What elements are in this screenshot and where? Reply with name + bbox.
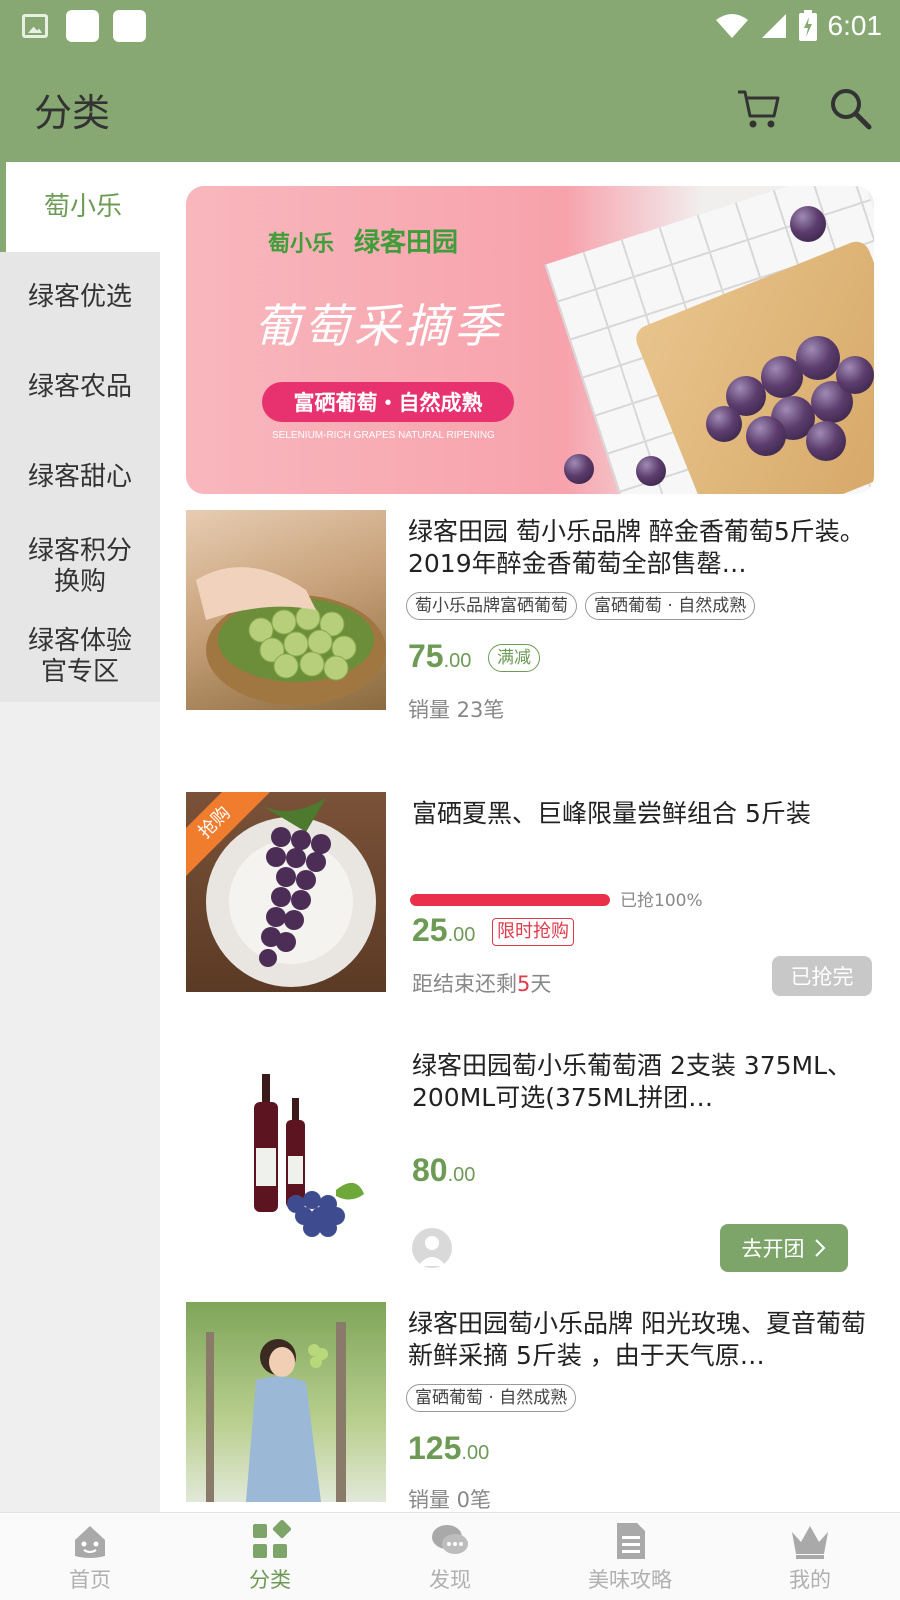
- product-title: 绿客田园萄小乐品牌 阳光玫瑰、夏音葡萄 新鲜采摘 5斤装 ，由于天气原…: [408, 1309, 866, 1370]
- gallery-notification-icon: [22, 14, 48, 38]
- crown-icon: [792, 1525, 828, 1559]
- nav-discover[interactable]: 发现: [360, 1513, 540, 1600]
- product-tag: 萄小乐品牌富硒葡萄: [406, 592, 577, 620]
- grape-icon: [706, 406, 742, 442]
- grape-icon: [796, 336, 840, 380]
- cart-icon[interactable]: [734, 84, 782, 132]
- flash-sale-badge: 限时抢购: [492, 918, 574, 946]
- bottom-nav: 首页 分类 发现 美味攻略 我的: [0, 1512, 900, 1600]
- banner-pill: 富硒葡萄・自然成熟: [262, 382, 514, 422]
- banner-subtitle: SELENIUM-RICH GRAPES NATURAL RIPENING: [272, 430, 495, 441]
- notification-icon: [66, 10, 99, 42]
- sidebar-item-lvke-nongpin[interactable]: 绿客农品: [0, 342, 160, 432]
- product-title: 绿客田园 萄小乐品牌 醉金香葡萄5斤装。2019年醉金香葡萄全部售罄…: [408, 517, 865, 578]
- sidebar-item-lvke-youxuan[interactable]: 绿客优选: [0, 252, 160, 342]
- signal-icon: [761, 14, 786, 38]
- product-image: [186, 1044, 386, 1244]
- discount-badge: 满减: [488, 644, 540, 672]
- home-icon: [75, 1525, 105, 1558]
- sidebar-item-lvke-tianxin[interactable]: 绿客甜心: [0, 432, 160, 522]
- sale-progress-fill: [410, 894, 610, 906]
- page-title: 分类: [34, 91, 111, 135]
- sale-progress-bar: [410, 894, 610, 906]
- product-tag: 富硒葡萄 · 自然成熟: [585, 592, 756, 620]
- category-icon: [253, 1519, 291, 1558]
- product-sales: 销量 0笔: [408, 1488, 492, 1512]
- banner-logo-taoxiaole: 萄小乐: [268, 232, 335, 257]
- grape-icon: [564, 454, 594, 484]
- nav-profile[interactable]: 我的: [720, 1513, 900, 1600]
- countdown-text: 距结束还剩5天: [412, 972, 552, 996]
- discover-icon: [432, 1524, 468, 1554]
- app-bar: 分类: [0, 52, 900, 162]
- grape-icon: [790, 206, 826, 242]
- product-card[interactable]: 绿客田园萄小乐葡萄酒 2支装 375ML、200ML可选(375ML拼团… 80…: [186, 1044, 876, 1294]
- product-tag: 富硒葡萄 · 自然成熟: [406, 1384, 577, 1412]
- product-card[interactable]: 绿客田园萄小乐品牌 阳光玫瑰、夏音葡萄 新鲜采摘 5斤装 ，由于天气原… 富硒葡…: [186, 1302, 876, 1512]
- product-price: 80.00: [412, 1152, 476, 1188]
- banner-logo-lvke: 绿客田园: [354, 228, 459, 258]
- avatar: [412, 1228, 452, 1268]
- grape-icon: [746, 416, 786, 456]
- nav-home[interactable]: 首页: [0, 1513, 180, 1600]
- wifi-icon: [715, 14, 748, 38]
- product-image: 抢购: [186, 792, 386, 992]
- grape-icon: [806, 421, 846, 461]
- guide-icon: [617, 1522, 645, 1559]
- battery-icon: [798, 10, 817, 41]
- product-sales: 销量 23笔: [408, 698, 505, 722]
- status-bar: 6:01: [0, 0, 900, 52]
- sidebar-item-taoxiaole[interactable]: 萄小乐: [0, 162, 160, 252]
- product-title: 绿客田园萄小乐葡萄酒 2支装 375ML、200ML可选(375ML拼团…: [412, 1051, 853, 1112]
- product-price: 25.00: [412, 912, 476, 948]
- product-price: 125.00: [408, 1430, 490, 1466]
- sidebar-item-lvke-tiyanguan[interactable]: 绿客体验 官专区: [0, 612, 160, 702]
- product-title: 富硒夏黑、巨峰限量尝鲜组合 5斤装: [412, 799, 811, 828]
- notification-icon: [113, 10, 146, 42]
- banner-headline: 葡萄采摘季: [254, 299, 504, 353]
- sale-progress-text: 已抢100%: [620, 891, 703, 911]
- status-time: 6:01: [827, 10, 883, 41]
- chevron-right-icon: [814, 1239, 825, 1257]
- search-icon[interactable]: [826, 84, 874, 132]
- promo-banner[interactable]: 萄小乐 绿客田园 葡萄采摘季 富硒葡萄・自然成熟 SELENIUM-RICH G…: [186, 186, 874, 494]
- product-tags: 萄小乐品牌富硒葡萄 富硒葡萄 · 自然成熟: [406, 592, 756, 620]
- product-card[interactable]: 抢购 富硒夏黑、巨峰限量尝鲜组合 5斤装 已抢100% 25.00 限时抢购 距…: [186, 792, 876, 1022]
- product-image: [186, 1302, 386, 1502]
- sold-out-button[interactable]: 已抢完: [772, 956, 872, 996]
- nav-guide[interactable]: 美味攻略: [540, 1513, 720, 1600]
- product-image: [186, 510, 386, 710]
- grape-icon: [836, 356, 874, 394]
- product-card[interactable]: 绿客田园 萄小乐品牌 醉金香葡萄5斤装。2019年醉金香葡萄全部售罄… 萄小乐品…: [186, 510, 876, 740]
- grape-icon: [636, 456, 666, 486]
- product-price: 75.00: [408, 638, 472, 674]
- nav-category[interactable]: 分类: [180, 1513, 360, 1600]
- category-sidebar: 萄小乐 绿客优选 绿客农品 绿客甜心 绿客积分 换购 绿客体验 官专区: [0, 162, 160, 1512]
- start-group-button[interactable]: 去开团: [720, 1224, 848, 1272]
- sidebar-item-lvke-jifen[interactable]: 绿客积分 换购: [0, 522, 160, 612]
- product-tags: 富硒葡萄 · 自然成熟: [406, 1384, 577, 1412]
